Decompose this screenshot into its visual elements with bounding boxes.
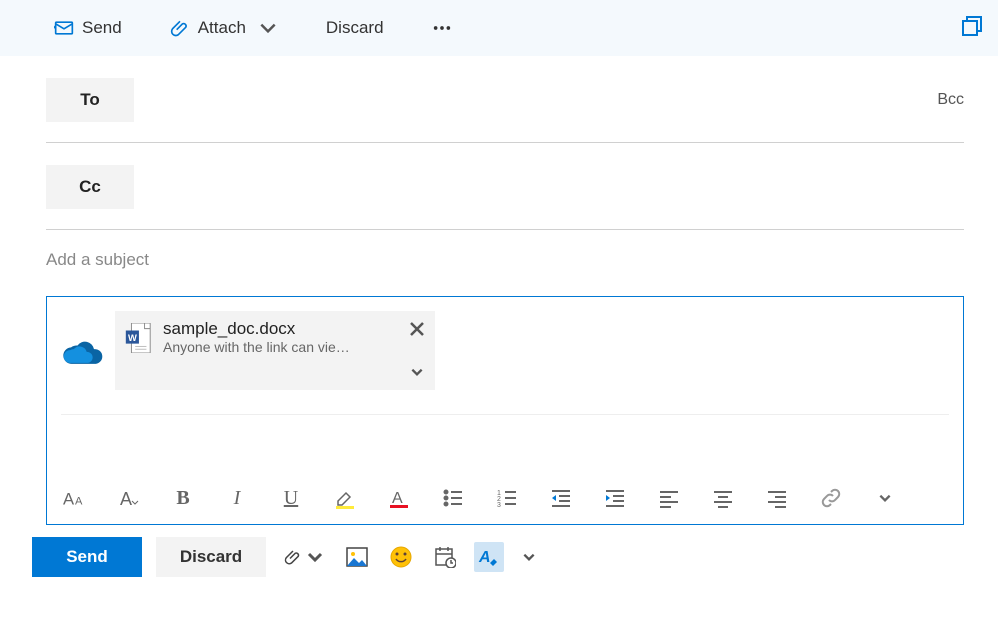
bullet-list-icon xyxy=(443,488,463,508)
font-color-button[interactable]: A xyxy=(387,486,411,510)
attachment-info: sample_doc.docx Anyone with the link can… xyxy=(163,319,397,355)
chevron-down-icon xyxy=(522,550,536,564)
compose-form: To Bcc Cc W sampl xyxy=(0,56,998,577)
chevron-down-icon xyxy=(258,18,278,38)
svg-text:3: 3 xyxy=(497,502,501,508)
font-family-button[interactable]: A xyxy=(117,486,141,510)
font-color-icon: A xyxy=(388,487,410,509)
picture-icon xyxy=(346,547,368,567)
subject-input[interactable] xyxy=(46,250,964,270)
svg-text:A: A xyxy=(75,495,83,507)
insert-emoji-button[interactable] xyxy=(386,542,416,572)
increase-indent-button[interactable] xyxy=(603,486,627,510)
attachment-filename: sample_doc.docx xyxy=(163,319,397,339)
discard-button-bottom[interactable]: Discard xyxy=(156,537,266,577)
font-size-button[interactable]: AA xyxy=(63,486,87,510)
subject-row xyxy=(46,230,964,290)
svg-text:A: A xyxy=(392,490,403,507)
send-label: Send xyxy=(82,18,122,38)
paperclip-icon xyxy=(170,18,190,38)
insert-link-button[interactable] xyxy=(819,486,843,510)
formatting-toolbar: AA A B I U A 123 xyxy=(61,472,949,524)
bcc-link[interactable]: Bcc xyxy=(937,91,964,109)
emoji-icon xyxy=(390,546,412,568)
message-body-container: W sample_doc.docx Anyone with the link c… xyxy=(46,296,964,525)
open-in-new-window-button[interactable] xyxy=(960,14,984,43)
svg-text:A: A xyxy=(120,489,132,509)
italic-button[interactable]: I xyxy=(225,486,249,510)
bullet-list-button[interactable] xyxy=(441,486,465,510)
popout-icon xyxy=(960,14,984,38)
align-left-button[interactable] xyxy=(657,486,681,510)
signature-button[interactable]: A xyxy=(474,542,504,572)
ellipsis-icon xyxy=(432,18,452,38)
underline-button[interactable]: U xyxy=(279,486,303,510)
cc-field-row: Cc xyxy=(46,143,964,230)
align-right-icon xyxy=(767,488,787,508)
align-left-icon xyxy=(659,488,679,508)
highlight-button[interactable] xyxy=(333,486,357,510)
send-button-top[interactable]: Send xyxy=(44,12,132,44)
to-button[interactable]: To xyxy=(46,78,134,122)
chevron-down-icon xyxy=(878,491,892,505)
message-body-editor[interactable] xyxy=(61,414,949,472)
remove-attachment-button[interactable] xyxy=(409,319,425,341)
word-file-icon: W xyxy=(125,323,151,353)
discard-button-top[interactable]: Discard xyxy=(316,12,394,44)
discard-label: Discard xyxy=(326,18,384,38)
calendar-clock-icon xyxy=(434,546,456,568)
paperclip-icon xyxy=(284,547,302,567)
send-button-bottom[interactable]: Send xyxy=(32,537,142,577)
indent-icon xyxy=(605,488,625,508)
more-formatting-button[interactable] xyxy=(873,486,897,510)
more-options-bottom[interactable] xyxy=(518,546,540,568)
chevron-down-icon xyxy=(410,365,424,379)
attachment-card[interactable]: W sample_doc.docx Anyone with the link c… xyxy=(115,311,435,390)
send-icon xyxy=(54,18,74,38)
compose-top-toolbar: Send Attach Discard xyxy=(0,0,998,56)
svg-text:A: A xyxy=(478,549,491,566)
to-field-row: To Bcc xyxy=(46,56,964,143)
insert-picture-button[interactable] xyxy=(342,543,372,571)
align-center-icon xyxy=(713,488,733,508)
align-center-button[interactable] xyxy=(711,486,735,510)
decrease-indent-button[interactable] xyxy=(549,486,573,510)
cc-button[interactable]: Cc xyxy=(46,165,134,209)
attachment-permission: Anyone with the link can view and ... xyxy=(163,339,353,355)
attach-button-top[interactable]: Attach xyxy=(160,12,288,44)
more-actions-button[interactable] xyxy=(422,12,462,44)
font-icon: A xyxy=(118,487,140,509)
attachment-row: W sample_doc.docx Anyone with the link c… xyxy=(61,311,949,390)
bold-button[interactable]: B xyxy=(171,486,195,510)
signature-icon: A xyxy=(478,546,500,568)
schedule-send-button[interactable] xyxy=(430,542,460,572)
compose-bottom-bar: Send Discard A xyxy=(32,525,964,577)
svg-text:W: W xyxy=(128,333,137,343)
attach-label: Attach xyxy=(198,18,246,38)
font-size-icon: AA xyxy=(63,487,87,509)
svg-text:A: A xyxy=(63,489,75,508)
numbered-list-button[interactable]: 123 xyxy=(495,486,519,510)
link-icon xyxy=(820,487,842,509)
close-icon xyxy=(409,321,425,337)
onedrive-icon xyxy=(61,336,105,366)
align-right-button[interactable] xyxy=(765,486,789,510)
numbered-list-icon: 123 xyxy=(497,488,517,508)
attachment-options-button[interactable] xyxy=(410,365,424,382)
chevron-down-icon xyxy=(306,547,324,567)
highlight-icon xyxy=(334,487,356,509)
outdent-icon xyxy=(551,488,571,508)
attach-button-bottom[interactable] xyxy=(280,543,328,571)
